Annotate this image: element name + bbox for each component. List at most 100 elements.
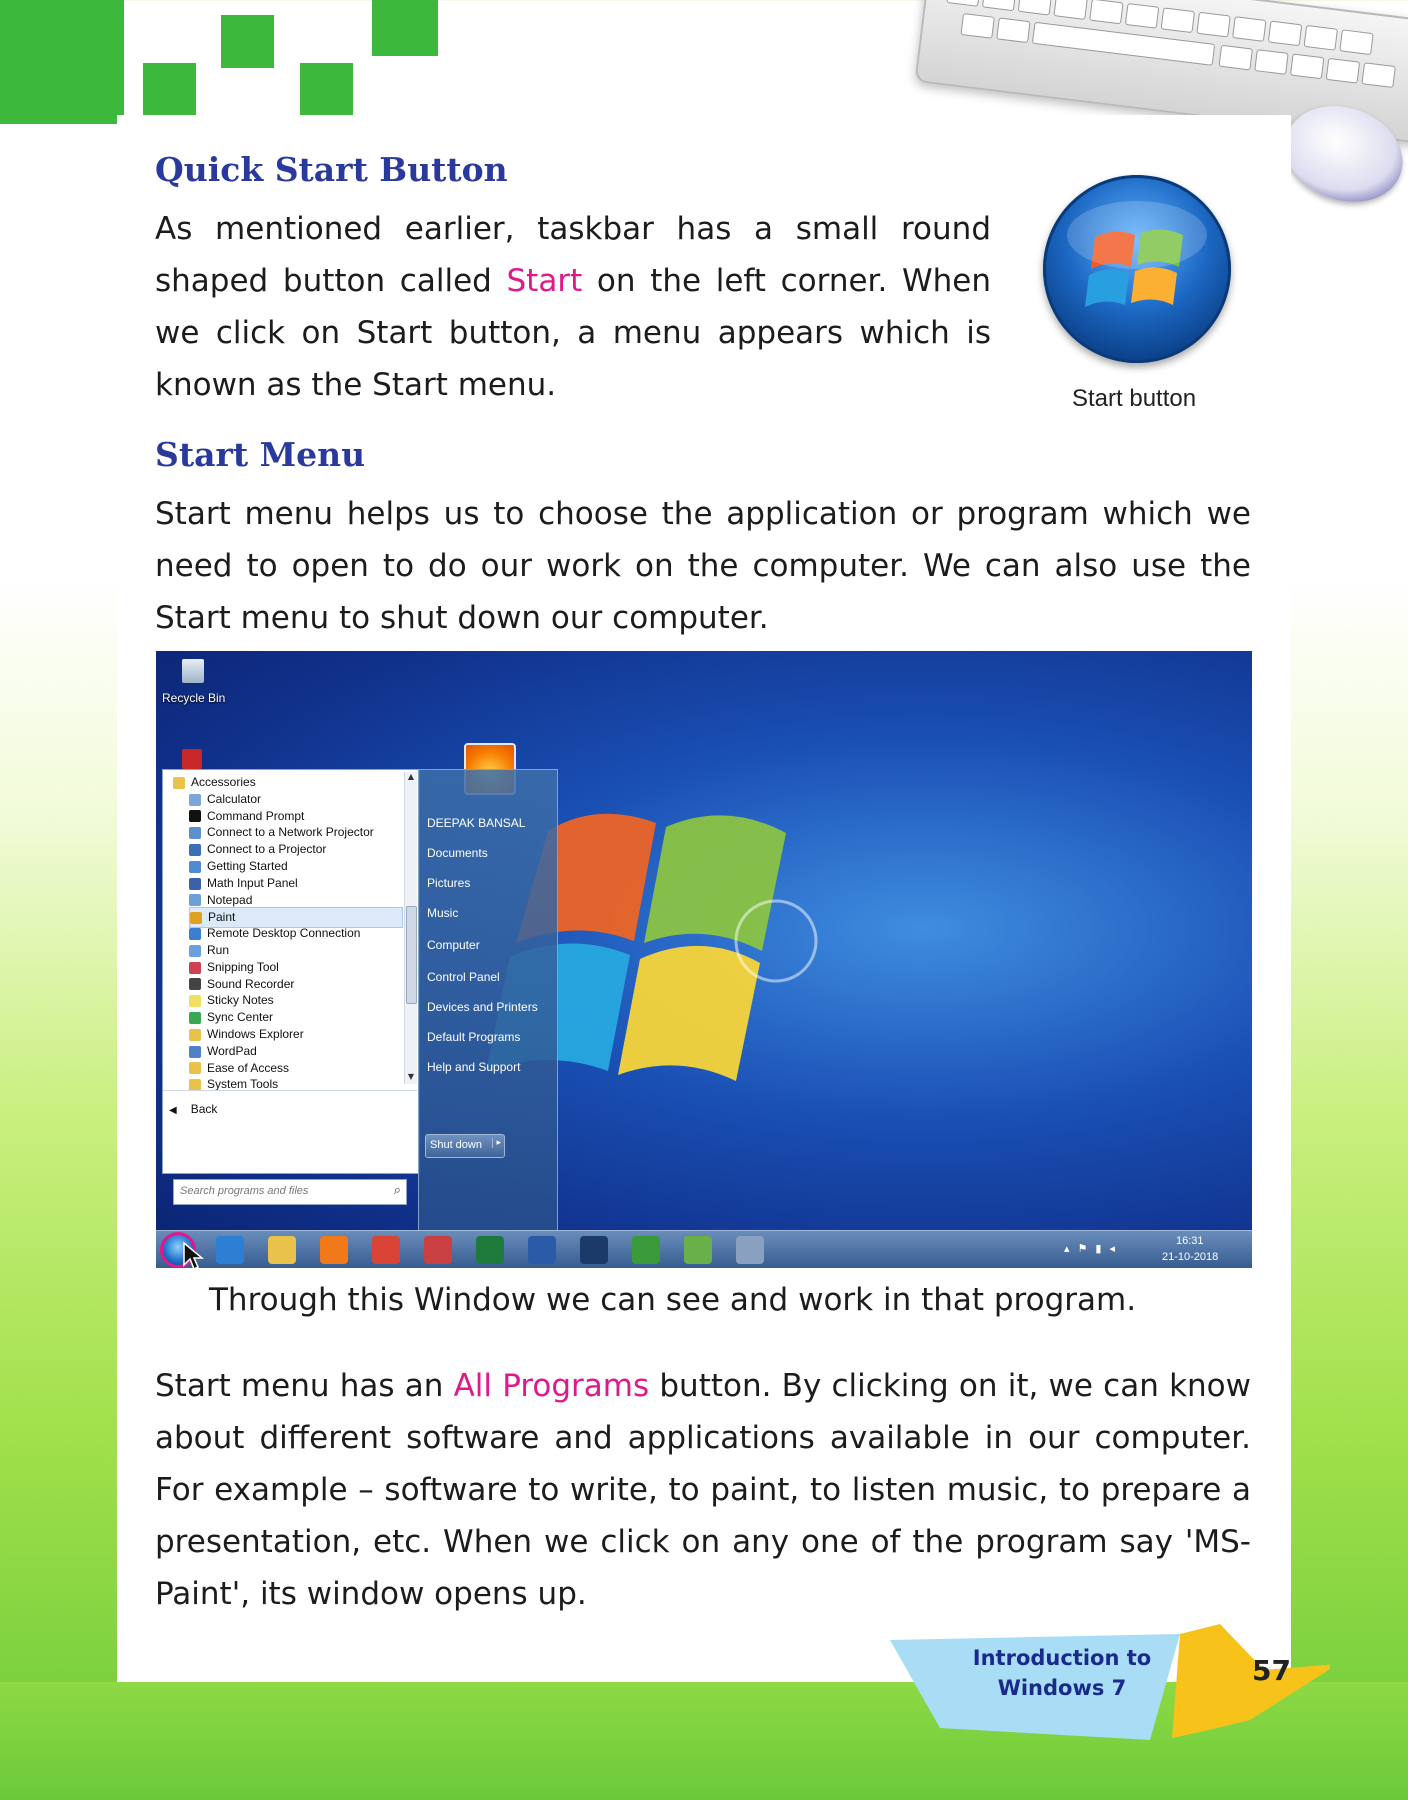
right-link-documents[interactable]: Documents [427, 846, 488, 860]
paragraph-all-programs: Start menu has an All Programs button. B… [155, 1360, 1251, 1620]
program-label: Math Input Panel [207, 875, 298, 890]
decor-square [221, 15, 274, 68]
decor-square [143, 63, 196, 116]
excel-icon[interactable] [476, 1236, 504, 1264]
chapter-title: Introduction to Windows 7 [946, 1643, 1178, 1703]
sync-icon [189, 1012, 201, 1025]
decor-square [0, 0, 124, 124]
program-label: WordPad [207, 1043, 257, 1058]
word-icon[interactable] [528, 1236, 556, 1264]
tool-icon[interactable] [736, 1236, 764, 1264]
notepad-icon [189, 894, 201, 907]
divider [163, 1090, 417, 1091]
paragraph-start-menu: Start menu helps us to choose the applic… [155, 496, 1251, 636]
start-icon [189, 860, 201, 873]
recycle-bin-icon[interactable] [182, 659, 204, 683]
mouse-pointer-icon [183, 1241, 204, 1268]
notes-icon[interactable] [684, 1236, 712, 1264]
start-button-caption: Start button [1072, 385, 1197, 412]
app-icon[interactable] [424, 1236, 452, 1264]
shutdown-label: Shut down [430, 1139, 482, 1151]
program-label: Ease of Access [207, 1060, 290, 1075]
taskbar: ▴⚑▮◂ 16:31 21-10-2018 [156, 1230, 1252, 1268]
calculator-icon [189, 793, 201, 806]
program-label: Command Prompt [207, 808, 305, 823]
note-icon [189, 995, 201, 1008]
windows-logo-icon [1067, 201, 1207, 307]
paragraph-text: button. By clicking on it, we can know a… [155, 1368, 1251, 1612]
search-placeholder: Search programs and files [180, 1185, 309, 1197]
tray-icons: ▴⚑▮◂ [1064, 1242, 1123, 1255]
media-player-icon[interactable] [320, 1236, 348, 1264]
program-label: Calculator [207, 791, 262, 806]
program-label: Sticky Notes [207, 993, 274, 1008]
paragraph-quick-start: As mentioned earlier, taskbar has a smal… [155, 203, 991, 411]
ie-icon[interactable] [216, 1236, 244, 1264]
heading-quick-start-button: Quick Start Button [155, 150, 508, 189]
right-link-music[interactable]: Music [427, 906, 458, 920]
program-label: Connect to a Network Projector [207, 825, 374, 840]
highlight-start: Start [506, 263, 583, 299]
scroll-thumb[interactable] [406, 906, 417, 1004]
photoshop-icon[interactable] [580, 1236, 608, 1264]
program-label: Run [207, 943, 230, 957]
right-link-help[interactable]: Help and Support [427, 1060, 520, 1074]
highlight-all-programs: All Programs [453, 1368, 650, 1404]
projector-icon [189, 827, 201, 840]
microphone-icon [189, 978, 201, 991]
chrome-icon[interactable] [372, 1236, 400, 1264]
recycle-bin-label: Recycle Bin [162, 691, 226, 705]
pen-icon [189, 877, 201, 890]
paint-tool-icon[interactable] [632, 1236, 660, 1264]
folder-icon [189, 1062, 201, 1075]
right-link-pictures[interactable]: Pictures [427, 876, 470, 890]
remote-icon [189, 928, 201, 941]
pdf-shortcut-icon[interactable] [182, 749, 202, 769]
back-label: Back [190, 1102, 218, 1116]
right-link-computer[interactable]: Computer [427, 938, 480, 952]
scroll-up-icon[interactable]: ▲ [405, 772, 417, 784]
program-label: Paint [208, 910, 236, 925]
paragraph-text: Start menu has an [155, 1368, 454, 1404]
scissors-icon [189, 961, 201, 974]
back-arrow-icon: ◀ [169, 1105, 177, 1116]
folder-icon [189, 1028, 201, 1041]
right-link-control-panel[interactable]: Control Panel [427, 970, 500, 984]
projector-icon [189, 844, 201, 857]
start-menu-right-pane: DEEPAK BANSAL Documents Pictures Music C… [418, 769, 558, 1231]
start-button-image [1043, 175, 1231, 363]
program-label: Remote Desktop Connection [207, 926, 361, 941]
clock-date[interactable]: 21-10-2018 [1162, 1251, 1218, 1263]
program-label: Accessories [191, 775, 256, 789]
program-label: Connect to a Projector [207, 842, 327, 857]
wordpad-icon [189, 1045, 201, 1058]
program-label: Sound Recorder [207, 976, 295, 991]
explorer-icon[interactable] [268, 1236, 296, 1264]
program-item[interactable]: System Tools [189, 1075, 278, 1094]
shutdown-button[interactable]: Shut down ▸ [425, 1134, 505, 1158]
program-label: Sync Center [207, 1010, 274, 1025]
shutdown-arrow-icon[interactable]: ▸ [492, 1138, 501, 1148]
right-link-user[interactable]: DEEPAK BANSAL [427, 816, 525, 830]
clock-time[interactable]: 16:31 [1176, 1235, 1204, 1247]
program-label: Snipping Tool [207, 959, 279, 974]
back-button[interactable]: ◀ Back [169, 1102, 217, 1116]
heading-start-menu: Start Menu [155, 435, 366, 474]
program-label: Notepad [207, 892, 253, 907]
right-link-devices[interactable]: Devices and Printers [427, 1000, 538, 1014]
window-caption: Through this Window we can see and work … [209, 1282, 1137, 1318]
all-programs-pane: Accessories Calculator Command Prompt Conne… [162, 769, 420, 1174]
search-icon[interactable]: ⌕ [394, 1183, 401, 1198]
run-icon [189, 944, 201, 957]
right-link-default-programs[interactable]: Default Programs [427, 1030, 520, 1044]
search-input[interactable]: Search programs and files ⌕ [173, 1179, 407, 1205]
program-label: Windows Explorer [207, 1027, 304, 1041]
scroll-down-icon[interactable]: ▼ [405, 1072, 417, 1084]
program-scrollbar[interactable]: ▲ ▼ [404, 772, 417, 1084]
folder-icon [173, 776, 185, 789]
decor-square [300, 63, 353, 116]
chapter-title-line1: Introduction to [972, 1646, 1152, 1670]
windows7-screenshot: Recycle Bin Accessories Calculator Command… [156, 651, 1252, 1268]
page-number: 57 [1252, 1654, 1291, 1687]
terminal-icon [189, 810, 201, 823]
